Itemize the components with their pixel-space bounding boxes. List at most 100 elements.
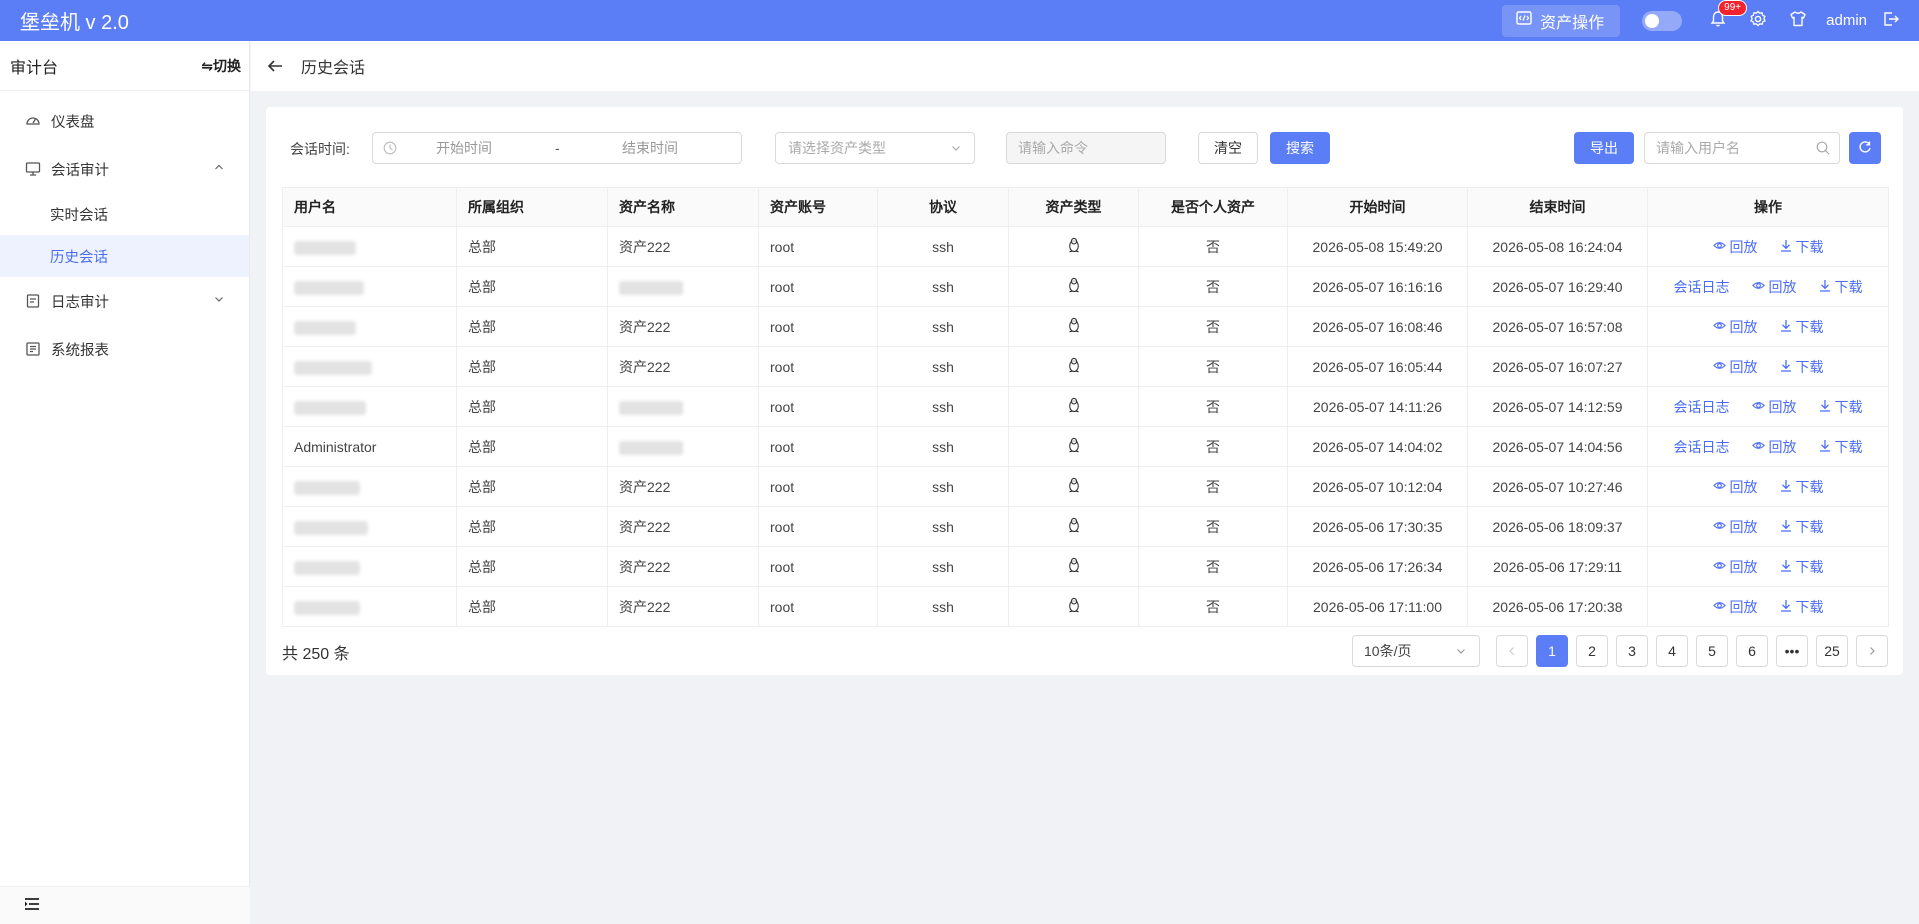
redacted-username — [294, 480, 360, 495]
table-row[interactable]: 总部 root ssh 否 2026-05-07 16:16:16 2026-05-07 … — [282, 266, 1889, 307]
download-label: 下载 — [1795, 598, 1824, 615]
asset-operation-button[interactable]: 资产操作 — [1502, 4, 1621, 37]
cell-username — [282, 546, 457, 587]
sidebar-item-session-audit[interactable]: 会话审计 — [0, 145, 249, 193]
cell-username — [282, 306, 457, 347]
skin-button[interactable] — [1778, 0, 1818, 41]
sidebar-item-log-audit[interactable]: 日志审计 — [0, 277, 249, 325]
page-button[interactable]: 2 — [1576, 635, 1608, 667]
cell-protocol: ssh — [877, 506, 1009, 547]
replay-link[interactable]: 回放 — [1712, 597, 1758, 617]
replay-link[interactable]: 回放 — [1712, 237, 1758, 257]
replay-link[interactable]: 回放 — [1712, 477, 1758, 497]
chevron-down-icon — [950, 141, 962, 157]
table-row[interactable]: 总部 资产222 root ssh 否 2026-05-06 17:30:35 2026-0… — [282, 506, 1889, 547]
current-user[interactable]: admin — [1826, 12, 1867, 29]
sidebar: 审计台 ⇋切换 仪表盘 会话审计 实时会话 历史会话 日志审计 系统报表 — [0, 41, 250, 924]
cell-org: 总部 — [456, 506, 608, 547]
page-button[interactable]: 5 — [1696, 635, 1728, 667]
session-time-range-picker[interactable]: 开始时间 - 结束时间 — [372, 132, 742, 164]
cell-org: 总部 — [456, 306, 608, 347]
download-label: 下载 — [1834, 438, 1863, 455]
cell-end-time: 2026-05-07 14:12:59 — [1467, 386, 1648, 427]
export-button[interactable]: 导出 — [1574, 132, 1634, 164]
start-time-input[interactable]: 开始时间 — [436, 138, 492, 158]
table-row[interactable]: 总部 资产222 root ssh 否 2026-05-07 16:08:46 2026-0… — [282, 306, 1889, 347]
switch-button[interactable]: ⇋切换 — [201, 56, 241, 76]
replay-link[interactable]: 回放 — [1751, 437, 1797, 457]
search-icon[interactable] — [1815, 140, 1831, 159]
cell-actions: 回放 下载 — [1647, 546, 1889, 587]
cell-end-time: 2026-05-06 18:09:37 — [1467, 506, 1648, 547]
sidebar-item-history-session[interactable]: 历史会话 — [0, 235, 249, 277]
cell-org: 总部 — [456, 586, 608, 627]
replay-link[interactable]: 回放 — [1751, 277, 1797, 297]
table-row[interactable]: 总部 资产222 root ssh 否 2026-05-06 17:11:00 2026-0… — [282, 586, 1889, 627]
table-row[interactable]: 总部 资产222 root ssh 否 2026-05-07 16:05:44 2026-0… — [282, 346, 1889, 387]
sidebar-item-realtime-session[interactable]: 实时会话 — [0, 193, 249, 235]
page-ellipsis[interactable]: ••• — [1776, 635, 1808, 667]
page-button[interactable]: 6 — [1736, 635, 1768, 667]
download-link[interactable]: 下载 — [1819, 437, 1863, 457]
page-button[interactable]: 4 — [1656, 635, 1688, 667]
clear-button[interactable]: 清空 — [1198, 132, 1258, 164]
log-icon — [24, 292, 42, 310]
replay-link[interactable]: 回放 — [1751, 397, 1797, 417]
session-log-link[interactable]: 会话日志 — [1674, 437, 1730, 457]
table-row[interactable]: 总部 资产222 root ssh 否 2026-05-06 17:26:34 2026-0… — [282, 546, 1889, 587]
back-arrow-icon[interactable] — [267, 59, 283, 73]
download-link[interactable]: 下载 — [1780, 517, 1824, 537]
page-size-select[interactable]: 10条/页 — [1352, 635, 1480, 667]
page-button[interactable]: 1 — [1536, 635, 1568, 667]
column-header: 开始时间 — [1287, 187, 1468, 227]
end-time-input[interactable]: 结束时间 — [622, 138, 678, 158]
cell-username — [282, 266, 457, 307]
session-log-link[interactable]: 会话日志 — [1674, 277, 1730, 297]
asset-type-select[interactable]: 请选择资产类型 — [775, 132, 975, 164]
sidebar-title: 审计台 — [10, 59, 59, 77]
download-link[interactable]: 下载 — [1780, 237, 1824, 257]
replay-label: 回放 — [1729, 558, 1758, 575]
prev-page-button[interactable] — [1496, 635, 1528, 667]
theme-toggle[interactable] — [1642, 10, 1683, 31]
download-link[interactable]: 下载 — [1780, 317, 1824, 337]
sidebar-collapse-button[interactable] — [0, 886, 250, 924]
command-input[interactable]: 请输入命令 — [1006, 132, 1166, 164]
redacted-asset-name — [619, 280, 683, 295]
download-link[interactable]: 下载 — [1780, 557, 1824, 577]
table-row[interactable]: 总部 root ssh 否 2026-05-07 14:11:26 2026-05-07 … — [282, 386, 1889, 427]
username-search-input[interactable]: 请输入用户名 — [1644, 132, 1840, 164]
cell-asset-name — [607, 426, 759, 467]
download-link[interactable]: 下载 — [1819, 397, 1863, 417]
cell-start-time: 2026-05-07 16:05:44 — [1287, 346, 1468, 387]
replay-link[interactable]: 回放 — [1712, 357, 1758, 377]
next-page-button[interactable] — [1856, 635, 1888, 667]
refresh-button[interactable] — [1849, 132, 1881, 164]
download-link[interactable]: 下载 — [1819, 277, 1863, 297]
page-title: 历史会话 — [301, 60, 366, 77]
sidebar-item-system-report[interactable]: 系统报表 — [0, 325, 249, 373]
download-link[interactable]: 下载 — [1780, 477, 1824, 497]
replay-label: 回放 — [1768, 278, 1797, 295]
search-button[interactable]: 搜索 — [1270, 132, 1330, 164]
replay-link[interactable]: 回放 — [1712, 317, 1758, 337]
sidebar-item-dashboard[interactable]: 仪表盘 — [0, 97, 249, 145]
cell-actions: 回放 下载 — [1647, 346, 1889, 387]
replay-label: 回放 — [1729, 518, 1758, 535]
replay-link[interactable]: 回放 — [1712, 517, 1758, 537]
download-link[interactable]: 下载 — [1780, 597, 1824, 617]
cell-account: root — [758, 546, 878, 587]
table-row[interactable]: 总部 资产222 root ssh 否 2026-05-08 15:49:20 2026-0… — [282, 226, 1889, 267]
column-header: 所属组织 — [456, 187, 608, 227]
logout-button[interactable] — [1879, 0, 1903, 41]
replay-link[interactable]: 回放 — [1712, 557, 1758, 577]
page-button[interactable]: 25 — [1816, 635, 1848, 667]
notification-button[interactable]: 99+ — [1698, 0, 1748, 41]
download-link[interactable]: 下载 — [1780, 357, 1824, 377]
page-button[interactable]: 3 — [1616, 635, 1648, 667]
table-row[interactable]: Administrator 总部 root ssh 否 2026-05-07 14:04:… — [282, 426, 1889, 467]
asset-operation-label: 资产操作 — [1540, 14, 1605, 32]
table-row[interactable]: 总部 资产222 root ssh 否 2026-05-07 10:12:04 2026-0… — [282, 466, 1889, 507]
session-log-link[interactable]: 会话日志 — [1674, 397, 1730, 417]
settings-button[interactable] — [1738, 0, 1778, 41]
